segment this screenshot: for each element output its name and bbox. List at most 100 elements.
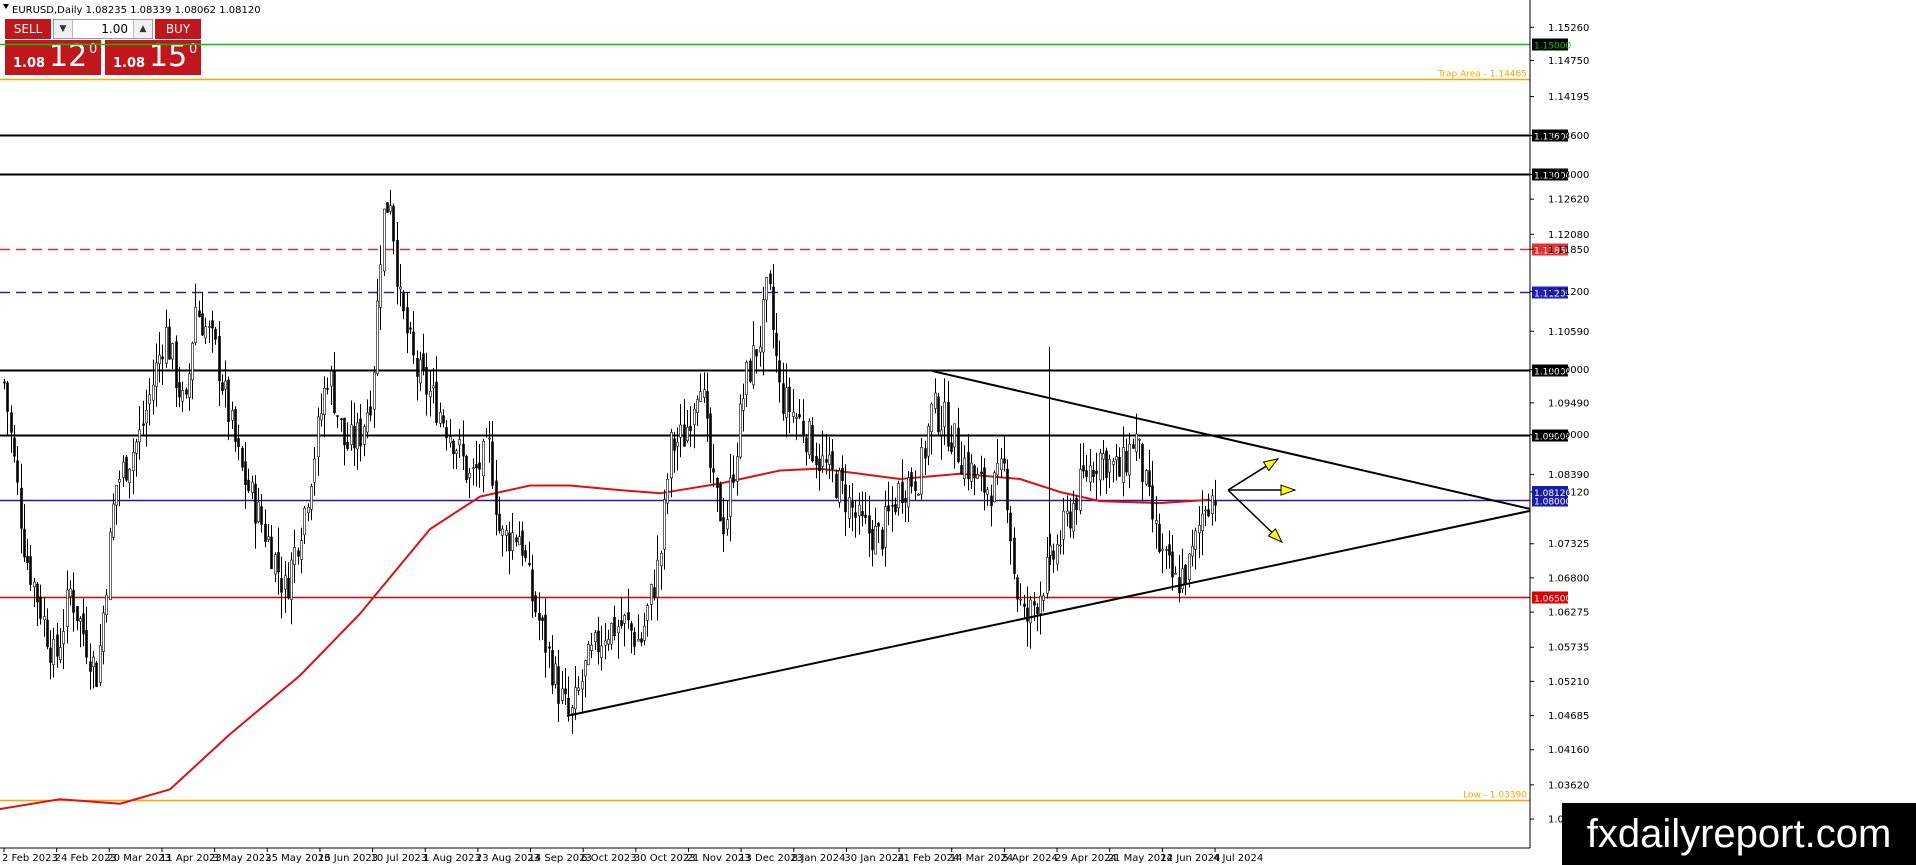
candle-body bbox=[359, 418, 362, 447]
candle-body bbox=[607, 639, 610, 645]
candle-body bbox=[376, 300, 379, 374]
candlesticks bbox=[3, 189, 1217, 734]
candle-body bbox=[617, 626, 620, 634]
candle-body bbox=[736, 456, 739, 482]
candle-body bbox=[937, 396, 940, 433]
trendline[interactable] bbox=[566, 509, 1531, 717]
candle-body bbox=[947, 402, 950, 447]
candle-body bbox=[835, 473, 838, 498]
x-axis-tick-label: 6 Oct 2023 bbox=[581, 853, 636, 864]
candle-body bbox=[703, 389, 706, 398]
candle-body bbox=[854, 512, 857, 518]
candle-body bbox=[564, 688, 567, 695]
candle-body bbox=[887, 505, 890, 512]
y-axis-tick-label: 1.04685 bbox=[1548, 711, 1589, 722]
x-axis-tick-label: 30 Jan 2024 bbox=[844, 853, 904, 864]
candle-body bbox=[1019, 598, 1022, 601]
candle-body bbox=[425, 367, 428, 395]
level-annotation: Trap Area - 1.14465 bbox=[1437, 70, 1527, 80]
candle-body bbox=[247, 479, 250, 491]
candle-body bbox=[313, 458, 316, 483]
candle-body bbox=[392, 205, 395, 242]
candle-body bbox=[1161, 548, 1164, 551]
candle-body bbox=[716, 477, 719, 488]
candle-body bbox=[976, 474, 979, 479]
candle-body bbox=[175, 341, 178, 389]
candle-body bbox=[1135, 433, 1138, 453]
candle-body bbox=[227, 379, 230, 422]
candle-body bbox=[155, 362, 158, 387]
candle-body bbox=[1138, 438, 1141, 441]
candle-body bbox=[46, 619, 49, 648]
candle-body bbox=[1085, 470, 1088, 478]
candle-body bbox=[920, 447, 923, 495]
y-axis-tick-label: 1.09490 bbox=[1548, 398, 1589, 409]
candle-body bbox=[214, 328, 217, 340]
candle-body bbox=[666, 478, 669, 504]
candle-body bbox=[1118, 456, 1121, 477]
candle-body bbox=[1026, 607, 1029, 622]
candle-body bbox=[924, 448, 927, 459]
candle-body bbox=[726, 519, 729, 530]
candle-body bbox=[257, 501, 260, 523]
candle-body bbox=[571, 707, 574, 714]
candle-body bbox=[69, 588, 72, 597]
candle-body bbox=[168, 326, 171, 360]
candle-body bbox=[881, 529, 884, 550]
x-axis-tick-label: 10 Jul 2023 bbox=[371, 853, 428, 864]
candle-body bbox=[326, 388, 329, 390]
candle-body bbox=[36, 583, 39, 603]
x-axis-tick-label: 1 Aug 2023 bbox=[423, 853, 481, 864]
candle-body bbox=[20, 487, 23, 529]
horizontal-levels: Trap Area - 1.14465 Low - 1.03390 bbox=[0, 43, 1530, 802]
candle-body bbox=[967, 452, 970, 480]
y-axis-tick-label: 1.14195 bbox=[1548, 92, 1589, 103]
candle-body bbox=[914, 481, 917, 492]
x-axis-tick-label: 3 May 2023 bbox=[213, 853, 272, 864]
candle-body bbox=[1095, 470, 1098, 475]
y-axis-tick-label: 1.10000 bbox=[1548, 365, 1589, 376]
candle-body bbox=[323, 388, 326, 416]
candle-body bbox=[125, 456, 128, 481]
candle-body bbox=[254, 483, 257, 524]
candle-body bbox=[907, 477, 910, 508]
y-axis-tick-label: 1.14750 bbox=[1548, 56, 1589, 67]
candle-body bbox=[23, 528, 26, 558]
candle-body bbox=[3, 381, 6, 384]
candle-body bbox=[775, 332, 778, 356]
candle-body bbox=[462, 443, 465, 457]
candle-body bbox=[1052, 550, 1055, 560]
candle-body bbox=[930, 403, 933, 432]
y-axis-tick-label: 1.05210 bbox=[1548, 677, 1589, 688]
candle-body bbox=[831, 451, 834, 470]
candle-body bbox=[307, 506, 310, 514]
candle-body bbox=[673, 438, 676, 451]
candle-body bbox=[904, 498, 907, 503]
candle-body bbox=[495, 480, 498, 515]
candle-body bbox=[656, 559, 659, 598]
candle-body bbox=[178, 382, 181, 398]
candle-body bbox=[1151, 485, 1154, 520]
candle-body bbox=[1145, 470, 1148, 485]
candle-body bbox=[600, 645, 603, 659]
candle-body bbox=[627, 612, 630, 621]
candle-body bbox=[277, 552, 280, 573]
candle-body bbox=[518, 536, 521, 546]
candle-body bbox=[646, 605, 649, 621]
candle-body bbox=[785, 387, 788, 418]
candle-body bbox=[650, 584, 653, 605]
candle-body bbox=[613, 617, 616, 637]
candle-body bbox=[56, 634, 59, 657]
candle-body bbox=[597, 630, 600, 653]
price-chart[interactable]: Trap Area - 1.14465 Low - 1.03390 1.15000… bbox=[0, 0, 1916, 865]
candle-body bbox=[6, 382, 9, 412]
candle-body bbox=[148, 394, 151, 405]
candle-body bbox=[963, 457, 966, 480]
candle-body bbox=[396, 240, 399, 287]
candle-body bbox=[970, 462, 973, 482]
candle-body bbox=[330, 370, 333, 387]
candle-body bbox=[26, 556, 29, 564]
candle-body bbox=[1171, 551, 1174, 578]
candle-body bbox=[1039, 595, 1042, 614]
candle-body bbox=[604, 640, 607, 646]
